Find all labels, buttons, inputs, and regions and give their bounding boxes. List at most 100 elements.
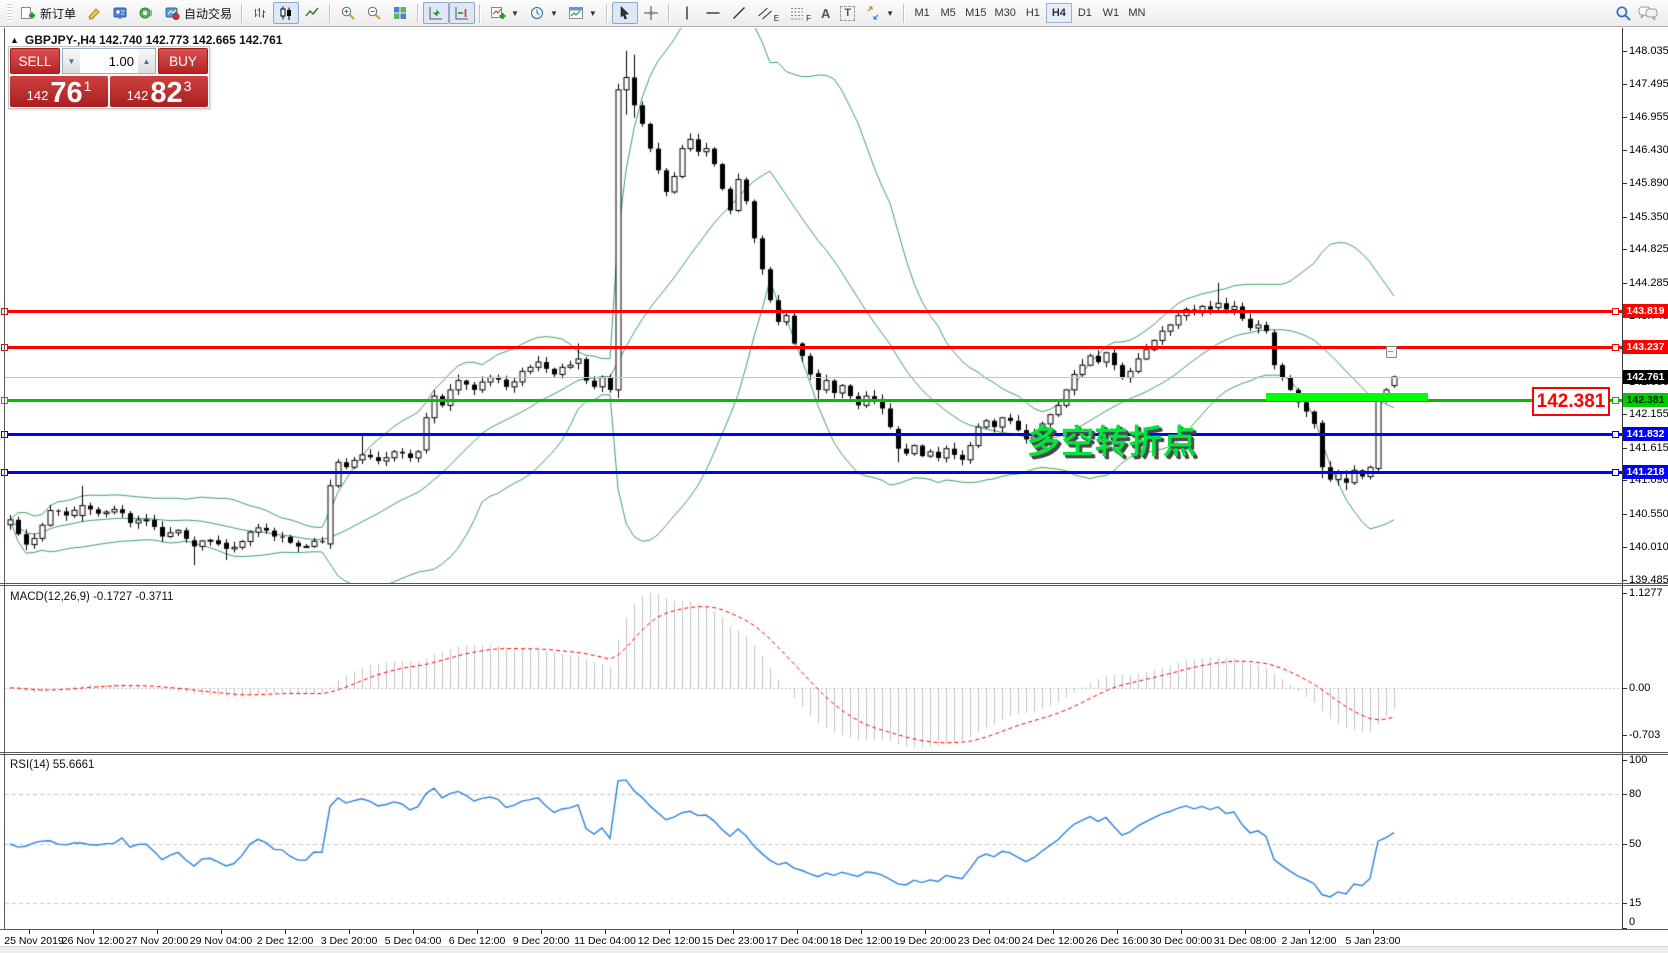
line-handle[interactable] (1612, 397, 1619, 404)
bar-chart-button[interactable] (247, 2, 273, 24)
auto-scroll-button[interactable] (423, 2, 449, 24)
price-tick (1622, 150, 1627, 151)
dropdown-arrow-icon: ▼ (886, 9, 894, 18)
price-tick-label: 142.155 (1629, 408, 1668, 420)
candlestick-chart[interactable] (5, 28, 1622, 583)
price-tick (1622, 249, 1627, 250)
line-handle[interactable] (1612, 308, 1619, 315)
price-tick-label: 140.010 (1629, 541, 1668, 553)
text-label-tool-button[interactable]: T (835, 2, 860, 24)
chat-icon[interactable] (1638, 5, 1658, 21)
volume-input[interactable] (80, 49, 138, 73)
triangle-icon: ▲ (10, 35, 19, 45)
toolbar-separator (417, 4, 419, 23)
price-tick-label: 146.955 (1629, 111, 1668, 123)
new-order-button[interactable]: 新订单 (15, 2, 81, 24)
timeframe-m5-button[interactable]: M5 (935, 3, 961, 23)
horizontal-line-object[interactable] (5, 471, 1622, 474)
timeframe-d1-button[interactable]: D1 (1072, 3, 1098, 23)
price-tick-label: 140.550 (1629, 508, 1668, 520)
search-icon[interactable] (1615, 5, 1632, 22)
crosshair-tool-button[interactable] (638, 2, 664, 24)
horizontal-line-object[interactable] (5, 433, 1622, 436)
object-anchor-marker[interactable] (1386, 346, 1397, 358)
price-tick (1622, 84, 1627, 85)
zoom-out-button[interactable] (361, 2, 387, 24)
buy-price-display[interactable]: 142 82 3 (110, 76, 208, 107)
price-callout-box[interactable]: 142.381 (1532, 387, 1610, 416)
horizontal-line-object[interactable] (5, 310, 1622, 313)
price-tick (1622, 480, 1627, 481)
timeframe-h1-button[interactable]: H1 (1020, 3, 1046, 23)
toolbar-grip (7, 4, 12, 22)
timeframe-m15-button[interactable]: M15 (961, 3, 990, 23)
price-badge: 142.381 (1623, 393, 1668, 407)
volume-stepper: ▼ ▲ (62, 48, 156, 74)
highlight-zone-bar[interactable] (1266, 393, 1428, 401)
auto-trading-button[interactable]: 自动交易 (159, 2, 237, 24)
timeframe-mn-button[interactable]: MN (1124, 3, 1150, 23)
price-tick-label: 148.035 (1629, 45, 1668, 57)
experts-button[interactable] (107, 2, 133, 24)
channel-tool-button[interactable]: E (752, 2, 784, 24)
timeframe-w1-button[interactable]: W1 (1098, 3, 1124, 23)
line-chart-button[interactable] (299, 2, 325, 24)
rsi-value: 55.6661 (53, 759, 95, 771)
volume-increase-button[interactable]: ▲ (138, 49, 155, 73)
vertical-line-tool-button[interactable] (674, 2, 700, 24)
price-tick (1622, 217, 1627, 218)
price-tick (1622, 283, 1627, 284)
fibonacci-tool-button[interactable]: F (784, 2, 816, 24)
channel-letter: E (774, 15, 779, 23)
panel-separator[interactable] (0, 752, 1668, 753)
line-handle[interactable] (1612, 344, 1619, 351)
indicator-axis-label: 0 (1629, 916, 1635, 928)
arrows-tool-button[interactable]: ▼ (860, 2, 899, 24)
chart-shift-button[interactable] (449, 2, 475, 24)
cursor-tool-button[interactable] (612, 2, 638, 24)
price-tick-label: 146.430 (1629, 144, 1668, 156)
line-handle[interactable] (1612, 431, 1619, 438)
buy-price-sup: 3 (184, 78, 192, 94)
buy-price-big: 82 (150, 80, 182, 106)
macd-indicator-chart[interactable] (5, 587, 1622, 752)
chart-shift-icon (454, 5, 470, 21)
line-handle[interactable] (1612, 469, 1619, 476)
trendline-tool-button[interactable] (726, 2, 752, 24)
styler-button[interactable] (81, 2, 107, 24)
periods-button[interactable]: ▼ (524, 2, 563, 24)
text-tool-button[interactable]: A (816, 2, 835, 24)
new-order-label: 新订单 (40, 5, 76, 22)
buy-button[interactable]: BUY (158, 48, 208, 74)
templates-button[interactable]: ▼ (563, 2, 602, 24)
panel-separator[interactable] (0, 754, 1668, 755)
zoom-in-button[interactable] (335, 2, 361, 24)
macd-values: -0.1727 -0.3711 (93, 591, 173, 603)
price-tick (1622, 514, 1627, 515)
timeframe-h4-button[interactable]: H4 (1046, 3, 1072, 23)
sound-icon (138, 5, 154, 21)
tile-windows-button[interactable] (387, 2, 413, 24)
auto-scroll-icon (428, 5, 444, 21)
volume-decrease-button[interactable]: ▼ (63, 49, 80, 73)
sounds-button[interactable] (133, 2, 159, 24)
zoom-in-icon (340, 5, 356, 21)
panel-separator[interactable] (0, 585, 1668, 586)
indicators-button[interactable]: ▼ (485, 2, 524, 24)
panel-separator[interactable] (0, 583, 1668, 584)
timeframe-m30-button[interactable]: M30 (990, 3, 1019, 23)
candlestick-chart-button[interactable] (273, 2, 299, 24)
arrow-objects-icon (865, 5, 881, 21)
panel-separator (0, 929, 1668, 930)
horizontal-line-tool-button[interactable] (700, 2, 726, 24)
sell-price-display[interactable]: 142 76 1 (10, 76, 108, 107)
sell-button[interactable]: SELL (10, 48, 60, 74)
horizontal-line-object[interactable] (5, 346, 1622, 349)
timeframe-m1-button[interactable]: M1 (909, 3, 935, 23)
rsi-indicator-chart[interactable] (5, 756, 1622, 929)
chart-annotation-text[interactable]: 多空转折点 (1027, 415, 1197, 463)
one-click-trading-panel: SELL ▼ ▲ BUY 142 76 1 142 82 3 (8, 46, 210, 109)
price-tick (1622, 51, 1627, 52)
bid-price-line (5, 377, 1622, 378)
price-badge: 142.761 (1623, 370, 1668, 384)
